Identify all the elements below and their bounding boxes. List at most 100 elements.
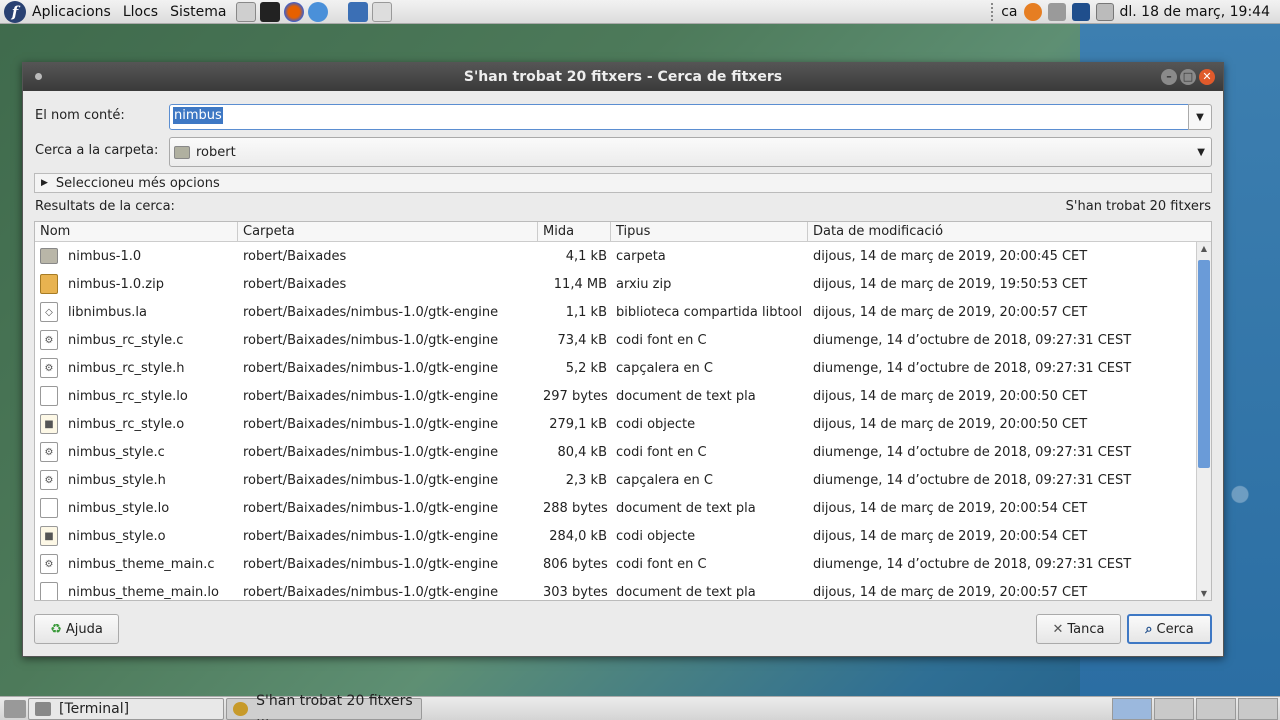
cell-type: carpeta: [616, 248, 666, 264]
bottom-panel: [Terminal] S'han trobat 20 fitxers ...: [0, 693, 1280, 720]
taskbar-item-label: [Terminal]: [59, 700, 130, 717]
cell-date: dijous, 14 de març de 2019, 20:00:54 CET: [813, 500, 1088, 516]
scrollbar-thumb[interactable]: [1198, 260, 1210, 468]
cell-folder: robert/Baixades/nimbus-1.0/gtk-engine: [243, 416, 499, 432]
cell-folder: robert/Baixades: [243, 248, 347, 264]
table-row[interactable]: nimbus-1.0.zip robert/Baixades 11,4 MB arxi…: [35, 270, 1197, 298]
table-row[interactable]: ⚙ nimbus_style.h robert/Baixades/nimbus-1.…: [35, 466, 1197, 494]
scroll-up-icon[interactable]: ▲: [1197, 242, 1211, 256]
firefox-launcher-icon[interactable]: [284, 1, 305, 22]
cell-date: diumenge, 14 d’octubre de 2018, 09:27:31…: [813, 444, 1132, 460]
search-tool-launcher-icon[interactable]: [372, 1, 393, 22]
volume-icon[interactable]: [1047, 2, 1066, 21]
terminal-launcher-icon[interactable]: [260, 1, 281, 22]
cell-date: dijous, 14 de març de 2019, 20:00:50 CET: [813, 416, 1088, 432]
cell-size: 5,2 kB: [565, 360, 607, 376]
results-table-header: Nom Carpeta Mida Tipus Data de modificac…: [35, 222, 1211, 242]
cell-name: ⚙ nimbus_style.c: [35, 442, 238, 462]
source-file-icon: ⚙: [40, 358, 58, 378]
taskbar-item-label: S'han trobat 20 fitxers ...: [256, 692, 413, 720]
window-menu-icon[interactable]: [35, 73, 42, 80]
table-row[interactable]: nimbus_style.lo robert/Baixades/nimbus-1.…: [35, 494, 1197, 522]
table-row[interactable]: ⚙ nimbus_style.c robert/Baixades/nimbus-1.…: [35, 438, 1197, 466]
table-row[interactable]: ⚙ nimbus_theme_main.c robert/Baixades/nimb…: [35, 550, 1197, 578]
taskbar-item-search[interactable]: S'han trobat 20 fitxers ...: [226, 693, 422, 720]
results-scrollbar[interactable]: ▲ ▼: [1196, 242, 1211, 600]
name-contains-label: El nom conté:: [35, 108, 125, 123]
window-titlebar[interactable]: S'han trobat 20 fitxers - Cerca de fitxe…: [23, 63, 1223, 91]
workspace-4[interactable]: [1238, 697, 1278, 720]
search-folder-label: Cerca a la carpeta:: [35, 143, 159, 158]
scroll-down-icon[interactable]: ▼: [1197, 587, 1211, 600]
close-button[interactable]: ✕ Tanca: [1036, 614, 1121, 644]
battery-icon[interactable]: [1095, 2, 1114, 21]
cell-type: document de text pla: [616, 584, 756, 600]
network-icon[interactable]: [1071, 2, 1090, 21]
cell-type: biblioteca compartida libtool: [616, 304, 803, 320]
cell-size: 284,0 kB: [549, 528, 607, 544]
text-file-icon: [40, 582, 58, 600]
update-notifier-icon[interactable]: [1023, 2, 1042, 21]
cell-type: codi font en C: [616, 556, 707, 572]
terminal-icon: [35, 701, 51, 716]
cell-type: codi font en C: [616, 332, 707, 348]
cell-size: 288 bytes: [543, 500, 608, 516]
name-history-dropdown-button[interactable]: ▼: [1188, 104, 1212, 130]
tray-separator: [991, 2, 995, 21]
minimize-icon[interactable]: –: [1161, 69, 1177, 85]
column-header-name[interactable]: Nom: [35, 222, 238, 241]
table-row[interactable]: nimbus_rc_style.lo robert/Baixades/nimbus…: [35, 382, 1197, 410]
search-folder-combo[interactable]: robert ▼: [169, 137, 1212, 167]
menu-places[interactable]: Llocs: [117, 4, 164, 20]
screenshot-launcher-icon[interactable]: [348, 1, 369, 22]
file-manager-launcher-icon[interactable]: [236, 1, 257, 22]
cell-date: dijous, 14 de març de 2019, 20:00:50 CET: [813, 388, 1088, 404]
cell-type: document de text pla: [616, 500, 756, 516]
source-file-icon: ⚙: [40, 554, 58, 574]
table-row[interactable]: ■ nimbus_rc_style.o robert/Baixades/nimbus…: [35, 410, 1197, 438]
column-header-type[interactable]: Tipus: [611, 222, 808, 241]
search-button[interactable]: ⌕ Cerca: [1127, 614, 1212, 644]
text-file-icon: [40, 386, 58, 406]
keyboard-layout-indicator[interactable]: ca: [1001, 4, 1017, 20]
file-name: nimbus_theme_main.lo: [68, 584, 219, 600]
workspace-3[interactable]: [1196, 697, 1236, 720]
file-name: nimbus_style.lo: [68, 500, 170, 516]
menu-applications[interactable]: Aplicacions: [26, 4, 117, 20]
table-row[interactable]: nimbus_theme_main.lo robert/Baixades/nimb…: [35, 578, 1197, 600]
column-header-size[interactable]: Mida: [538, 222, 611, 241]
table-row[interactable]: ⚙ nimbus_rc_style.h robert/Baixades/nimbus…: [35, 354, 1197, 382]
file-name: nimbus_theme_main.c: [68, 556, 215, 572]
show-desktop-icon[interactable]: [4, 699, 26, 718]
column-header-date[interactable]: Data de modificació: [808, 222, 1197, 241]
cell-type: codi objecte: [616, 528, 696, 544]
source-file-icon: ⚙: [40, 470, 58, 490]
more-options-label: Seleccioneu més opcions: [55, 175, 220, 191]
table-row[interactable]: ■ nimbus_style.o robert/Baixades/nimbus-1.…: [35, 522, 1197, 550]
clock[interactable]: dl. 18 de març, 19:44: [1120, 4, 1271, 20]
cell-folder: robert/Baixades/nimbus-1.0/gtk-engine: [243, 500, 499, 516]
menu-system[interactable]: Sistema: [164, 4, 232, 20]
cell-folder: robert/Baixades/nimbus-1.0/gtk-engine: [243, 556, 499, 572]
file-name: nimbus-1.0.zip: [68, 276, 164, 292]
cell-date: dijous, 14 de març de 2019, 20:00:57 CET: [813, 584, 1088, 600]
more-options-expander[interactable]: ▶ Seleccioneu més opcions: [34, 173, 1212, 193]
cell-folder: robert/Baixades/nimbus-1.0/gtk-engine: [243, 332, 499, 348]
maximize-icon[interactable]: □: [1180, 69, 1196, 85]
object-file-icon: ■: [40, 526, 58, 546]
help-button[interactable]: ♻ Ajuda: [34, 614, 119, 644]
file-name: nimbus_rc_style.c: [68, 332, 184, 348]
taskbar-item-terminal[interactable]: [Terminal]: [28, 697, 224, 720]
fedora-logo-icon[interactable]: f: [4, 0, 26, 23]
workspace-2[interactable]: [1154, 697, 1194, 720]
table-row[interactable]: nimbus-1.0 robert/Baixades 4,1 kB carpeta di…: [35, 242, 1197, 270]
cell-folder: robert/Baixades/nimbus-1.0/gtk-engine: [243, 584, 499, 600]
workspace-1[interactable]: [1112, 697, 1152, 720]
table-row[interactable]: ◇ libnimbus.la robert/Baixades/nimbus-1.0/…: [35, 298, 1197, 326]
home-folder-icon: [174, 145, 190, 159]
thunderbird-launcher-icon[interactable]: [308, 1, 329, 22]
close-icon[interactable]: ✕: [1199, 69, 1215, 85]
name-contains-input[interactable]: nimbus: [169, 104, 1189, 130]
table-row[interactable]: ⚙ nimbus_rc_style.c robert/Baixades/nimbus…: [35, 326, 1197, 354]
column-header-folder[interactable]: Carpeta: [238, 222, 538, 241]
